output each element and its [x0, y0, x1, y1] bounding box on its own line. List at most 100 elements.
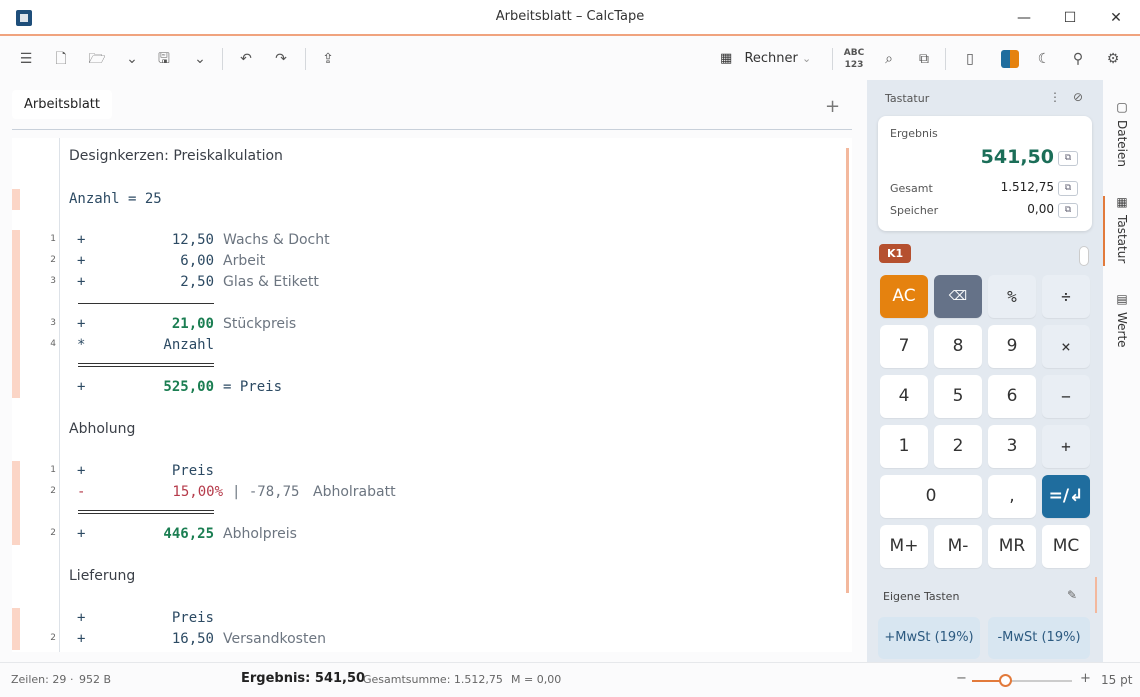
search-icon[interactable]: ⌕ [877, 47, 901, 71]
divide-button[interactable]: ÷ [1042, 275, 1090, 318]
memory-plus-button[interactable]: M+ [880, 525, 928, 568]
line-marker [12, 629, 20, 650]
redo-icon[interactable]: ↷ [269, 47, 293, 71]
theme-color-icon[interactable] [998, 47, 1022, 71]
key-3[interactable]: 3 [988, 425, 1036, 468]
custom-key-remove-vat[interactable]: -MwSt (19%) [988, 617, 1090, 659]
save-icon[interactable]: 🖫 [152, 47, 176, 71]
share-icon[interactable]: ⇪ [316, 47, 340, 71]
section-heading: Abholung [69, 421, 136, 437]
multiply-button[interactable]: × [1042, 325, 1090, 368]
copy-total-icon[interactable]: ⧉ [1058, 181, 1078, 196]
result-card: Ergebnis 541,50 ⧉ Gesamt 1.512,75 ⧉ Spei… [878, 116, 1092, 231]
register-toggle[interactable] [1079, 246, 1089, 266]
key-0[interactable]: 0 [880, 475, 982, 518]
value: Preis [171, 610, 214, 626]
close-icon[interactable]: ✕ [1104, 6, 1128, 30]
scroll-indicator[interactable] [1095, 577, 1097, 613]
open-folder-icon[interactable]: 🗁 [85, 47, 109, 71]
percent-button[interactable]: % [988, 275, 1036, 318]
key-2[interactable]: 2 [934, 425, 982, 468]
undo-icon[interactable]: ↶ [234, 47, 258, 71]
memory-recall-button[interactable]: MR [988, 525, 1036, 568]
operator: + [77, 526, 86, 542]
dark-mode-icon[interactable]: ☾ [1032, 47, 1056, 71]
maximize-icon[interactable]: ☐ [1058, 6, 1082, 30]
add-tab-icon[interactable]: + [825, 96, 840, 117]
ac-button[interactable]: AC [880, 275, 928, 318]
operator: + [77, 232, 86, 248]
tape-icon[interactable]: ▯ [958, 47, 982, 71]
total-rule [78, 510, 214, 514]
total-value: 446,25 [163, 526, 214, 542]
calculator-mode-label: Rechner [744, 51, 798, 66]
comma-button[interactable]: , [988, 475, 1036, 518]
line-number: 3 [50, 276, 56, 286]
sidetab-werte[interactable]: ▤ Werte [1110, 292, 1134, 352]
operator: + [77, 379, 86, 395]
copy-result-icon[interactable]: ⧉ [1058, 151, 1078, 166]
copy-memory-icon[interactable]: ⧉ [1058, 203, 1078, 218]
hide-panel-icon[interactable]: ⊘ [1073, 90, 1083, 104]
register-badge[interactable]: K1 [879, 244, 912, 263]
key-8[interactable]: 8 [934, 325, 982, 368]
total-label: Gesamt [890, 182, 933, 195]
editor-line: + Preis [12, 608, 852, 629]
zoom-slider[interactable] [972, 680, 1072, 682]
custom-key-add-vat[interactable]: +MwSt (19%) [878, 617, 980, 659]
status-total: Gesamtsumme: 1.512,75 [363, 673, 503, 686]
percent-value: 15,00% [172, 484, 223, 500]
total-rule [78, 363, 214, 367]
plus-button[interactable]: + [1042, 425, 1090, 468]
window-title: Arbeitsblatt – CalcTape [495, 9, 645, 24]
key-9[interactable]: 9 [988, 325, 1036, 368]
key-1[interactable]: 1 [880, 425, 928, 468]
key-5[interactable]: 5 [934, 375, 982, 418]
copy-document-icon[interactable]: ⧉ [912, 47, 936, 71]
tab-arbeitsblatt[interactable]: Arbeitsblatt [12, 90, 112, 119]
settings-gear-icon[interactable]: ⚙ [1101, 47, 1125, 71]
calculator-mode-dropdown[interactable]: ▦ Rechner ⌄ [720, 47, 811, 71]
enter-button[interactable]: =/↲ [1042, 475, 1090, 518]
chevron-down-icon[interactable]: ⌄ [188, 47, 212, 71]
sidetab-label: Dateien [1115, 120, 1129, 168]
zoom-in-button[interactable]: + [1080, 671, 1091, 686]
minimize-icon[interactable]: — [1012, 6, 1036, 30]
font-size-label: 15 pt [1101, 673, 1133, 687]
memory-label: Speicher [890, 204, 939, 217]
operator: + [77, 316, 86, 332]
editor-line: 3 + 21,00 Stückpreis [12, 314, 852, 335]
zoom-slider-handle[interactable] [999, 674, 1012, 687]
new-file-icon[interactable]: 🗋 [49, 47, 73, 71]
key-7[interactable]: 7 [880, 325, 928, 368]
editor-line: 1 + 12,50 Wachs & Docht [12, 230, 852, 251]
line-marker [12, 335, 20, 356]
section-heading: Designkerzen: Preiskalkulation [69, 148, 283, 164]
more-options-icon[interactable]: ⋮ [1049, 90, 1061, 104]
minus-button[interactable]: − [1042, 375, 1090, 418]
sidetab-dateien[interactable]: ▢ Dateien [1110, 100, 1134, 171]
comment: Stückpreis [223, 316, 297, 332]
calculation-editor[interactable]: Designkerzen: Preiskalkulation Anzahl = … [12, 138, 852, 652]
key-6[interactable]: 6 [988, 375, 1036, 418]
zoom-out-button[interactable]: − [956, 671, 967, 686]
spellcheck-icon[interactable]: ABC 123 [842, 47, 866, 71]
edit-pencil-icon[interactable]: ✎ [1067, 588, 1077, 602]
line-number: 2 [50, 633, 56, 643]
memory-minus-button[interactable]: M- [934, 525, 982, 568]
chevron-down-icon[interactable]: ⌄ [120, 47, 144, 71]
line-marker [12, 461, 20, 482]
memory-clear-button[interactable]: MC [1042, 525, 1090, 568]
sidetab-label: Werte [1115, 312, 1129, 348]
tab-divider [12, 129, 852, 130]
backspace-icon[interactable]: ⌫ [934, 275, 982, 318]
keypad-panel: Tastatur ⋮ ⊘ Ergebnis 541,50 ⧉ Gesamt 1.… [867, 80, 1103, 662]
key-4[interactable]: 4 [880, 375, 928, 418]
line-marker [12, 608, 20, 629]
sidetab-tastatur[interactable]: ▦ Tastatur [1110, 195, 1134, 267]
operator: + [77, 274, 86, 290]
title-bar: Arbeitsblatt – CalcTape — ☐ ✕ [0, 0, 1140, 36]
operator: + [77, 610, 86, 626]
tips-icon[interactable]: ⚲ [1066, 47, 1090, 71]
menu-icon[interactable]: ☰ [14, 47, 38, 71]
